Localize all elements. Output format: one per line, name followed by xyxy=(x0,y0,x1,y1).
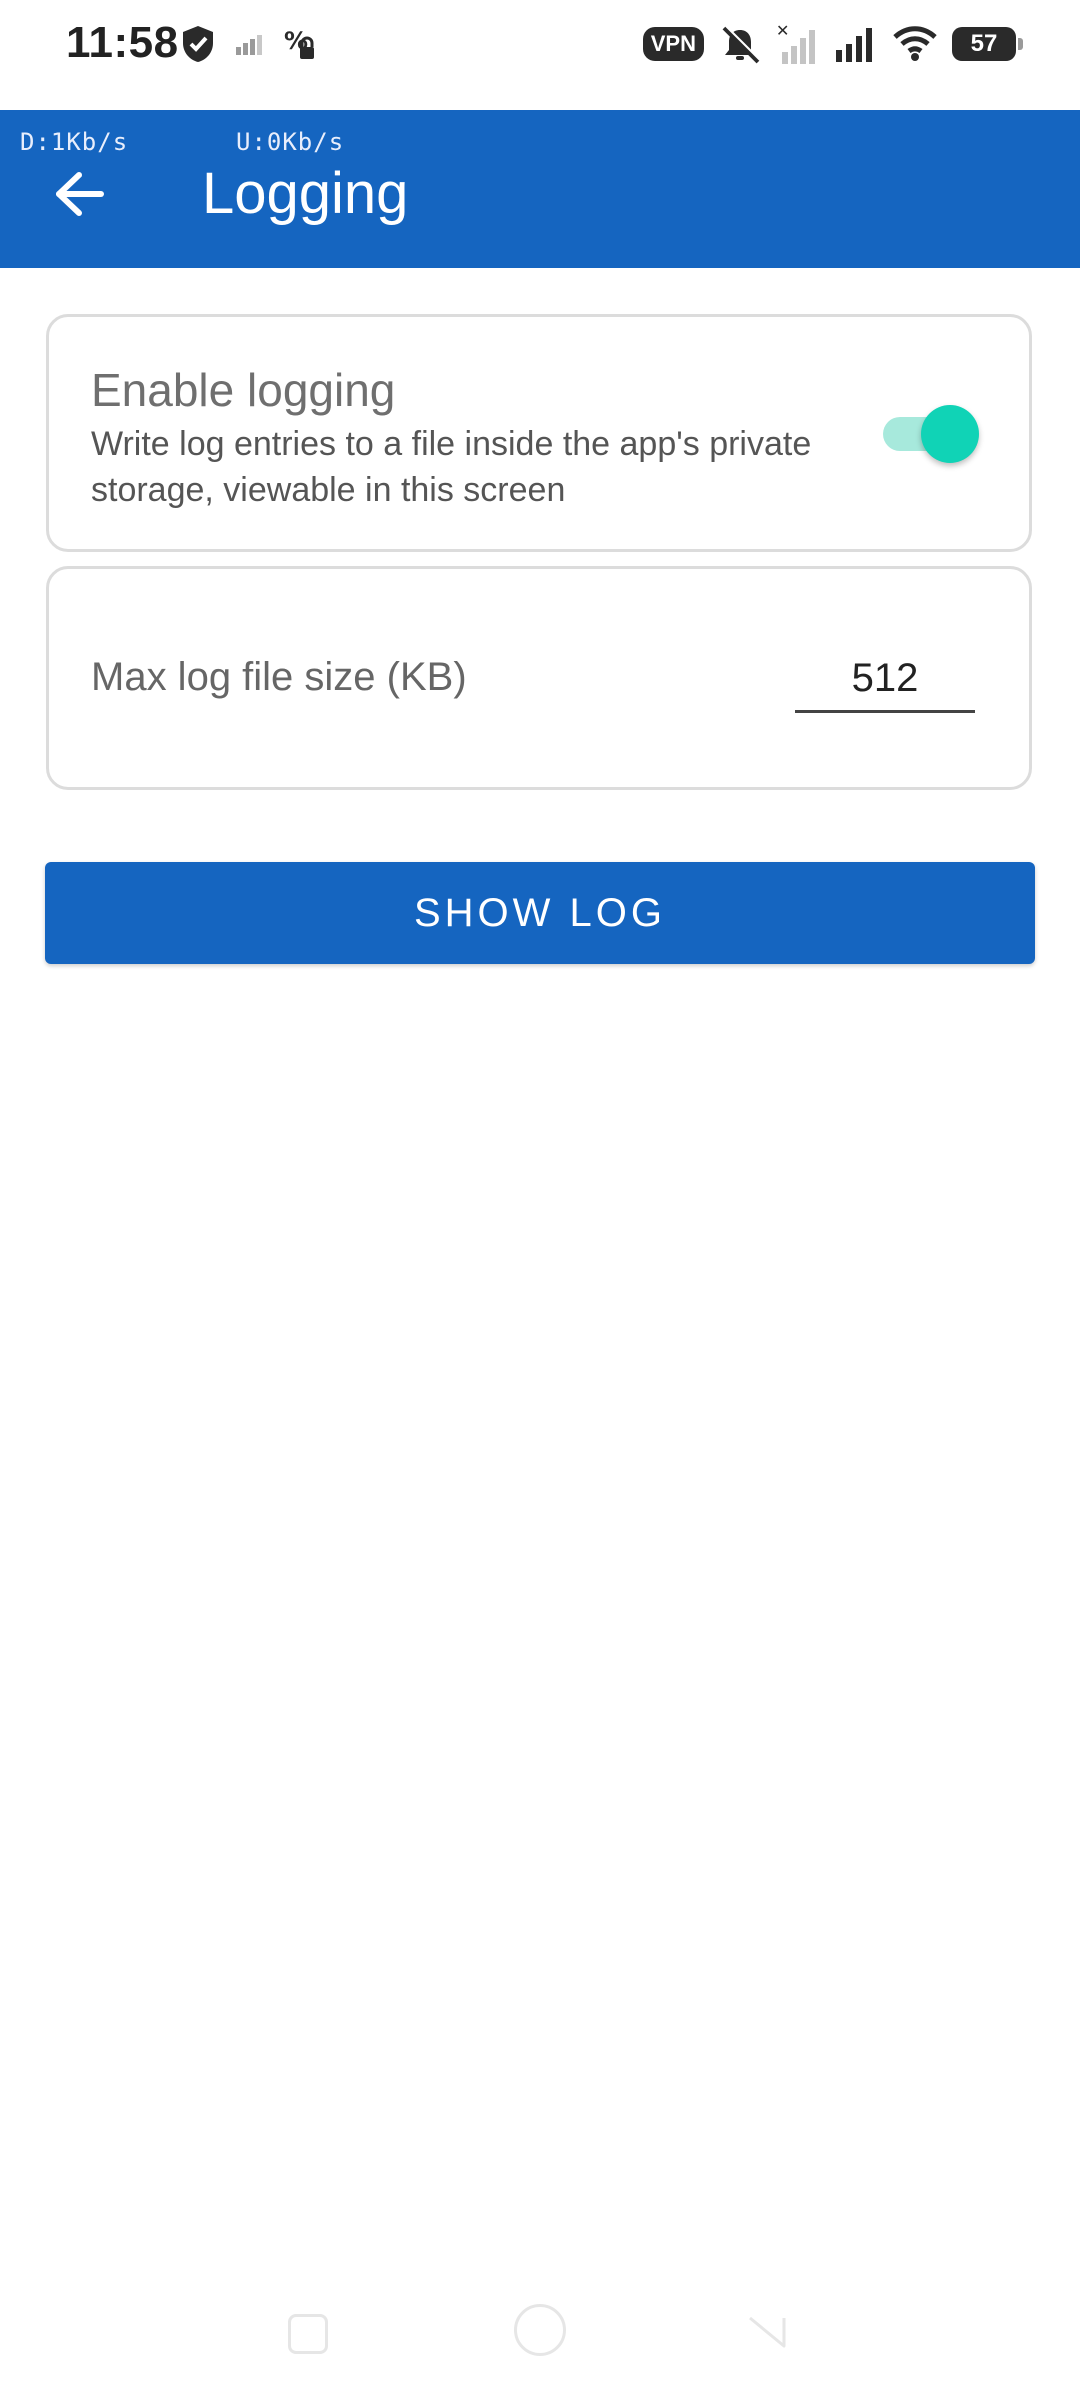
app-bar: D:1Kb/s U:0Kb/s Logging xyxy=(0,110,1080,268)
status-right-icons: VPN ✕ 57 xyxy=(642,20,1023,68)
enable-logging-card[interactable]: Enable logging Write log entries to a fi… xyxy=(46,314,1032,552)
upload-speed: U:0Kb/s xyxy=(236,128,345,156)
data-saver-icon: % xyxy=(282,25,318,63)
max-log-size-card: Max log file size (KB) xyxy=(46,566,1032,790)
status-bar: 11:58 % VPN ✕ 57 xyxy=(0,0,1080,110)
vpn-badge: VPN xyxy=(642,27,704,61)
max-log-size-label: Max log file size (KB) xyxy=(91,655,467,699)
nav-back-button[interactable] xyxy=(746,2310,788,2352)
signal-weak-icon xyxy=(236,33,262,55)
recents-button[interactable] xyxy=(288,2314,328,2354)
show-log-button[interactable]: SHOW LOG xyxy=(45,862,1035,964)
wifi-icon xyxy=(892,25,938,63)
status-left-icons: % xyxy=(180,22,318,66)
enable-logging-title: Enable logging xyxy=(91,364,396,416)
arrow-left-icon xyxy=(56,172,104,216)
battery-level: 57 xyxy=(970,30,998,57)
svg-text:✕: ✕ xyxy=(776,22,789,40)
page-title: Logging xyxy=(202,161,409,226)
signal-no-service-icon: ✕ xyxy=(776,22,820,66)
battery-icon: 57 xyxy=(952,27,1023,61)
status-time: 11:58 xyxy=(66,18,179,67)
enable-logging-toggle[interactable] xyxy=(883,405,979,463)
navigation-bar xyxy=(0,2286,1080,2386)
back-button[interactable] xyxy=(40,154,120,234)
download-speed: D:1Kb/s xyxy=(20,128,129,156)
max-log-size-input[interactable] xyxy=(795,647,975,713)
shield-icon xyxy=(180,24,216,64)
signal-icon xyxy=(834,24,878,64)
toggle-thumb xyxy=(921,405,979,463)
home-button[interactable] xyxy=(514,2304,566,2356)
vibrate-off-icon xyxy=(718,24,762,64)
enable-logging-description: Write log entries to a file inside the a… xyxy=(91,425,812,509)
